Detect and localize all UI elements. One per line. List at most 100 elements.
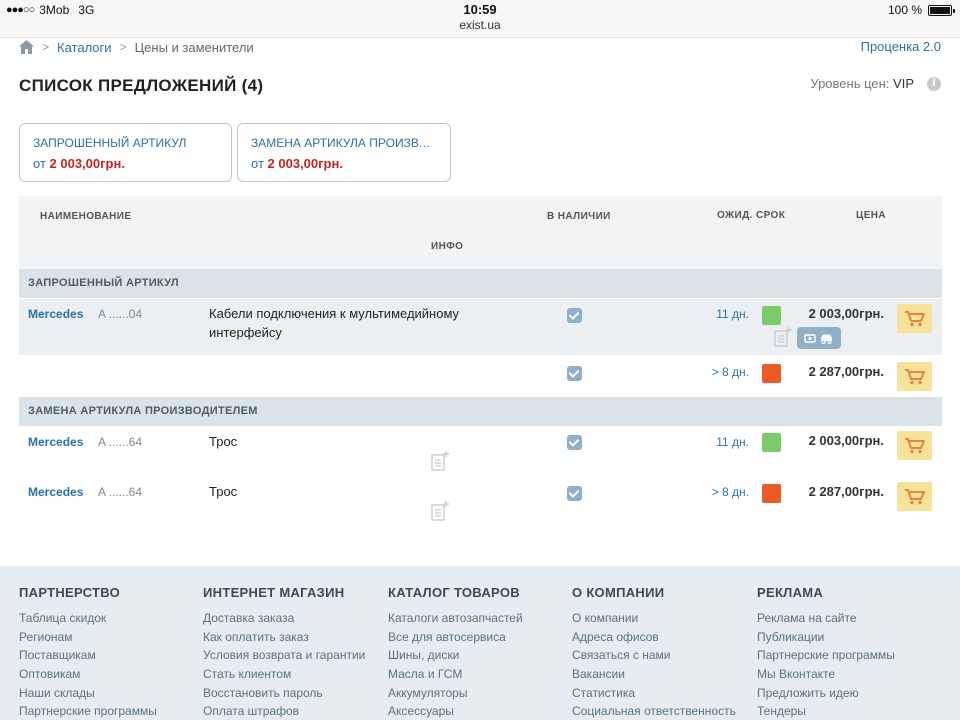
description: Трос (209, 434, 238, 449)
footer-link[interactable]: Социальная ответственность (572, 702, 736, 720)
col-stock[interactable]: В НАЛИЧИИ (547, 211, 611, 222)
footer-link[interactable]: Доставка заказа (203, 609, 365, 628)
card-price-line: от 2 003,00грн. (251, 156, 437, 171)
footer-heading: ПАРТНЕРСТВО (19, 585, 121, 600)
breadcrumb-catalogs[interactable]: Каталоги (57, 40, 112, 55)
stock-check-icon (567, 486, 582, 501)
price: 2 003,00грн. (808, 433, 884, 448)
footer-link[interactable]: Партнерские программы (19, 702, 157, 720)
footer-link[interactable]: Оптовикам (19, 665, 157, 684)
col-name[interactable]: НАИМЕНОВАНИЕ (40, 211, 131, 222)
add-to-cart-button[interactable] (897, 431, 932, 460)
group-header-replacement: ЗАМЕНА АРТИКУЛА ПРОИЗВОДИТЕЛЕМ (19, 397, 942, 426)
status-bar: ●●●○○ 3Mob 3G 10:59 exist.ua 100 % (0, 0, 960, 38)
footer-link[interactable]: О компании (572, 609, 736, 628)
procenka-link[interactable]: Проценка 2.0 (861, 39, 941, 54)
footer-col-company: О КОМПАНИИ О компании Адреса офисов Связ… (572, 585, 736, 720)
table-row[interactable]: Mercedes A ......04 Кабели подключения к… (19, 299, 942, 355)
footer-link[interactable]: Стать клиентом (203, 665, 365, 684)
stock-check-icon (567, 435, 582, 450)
sku: A ......64 (98, 435, 143, 449)
footer-link[interactable]: Наши склады (19, 684, 157, 703)
footer-link[interactable]: Все для автосервиса (388, 628, 523, 647)
term-link[interactable]: > 8 дн. (689, 485, 749, 499)
card-requested-article[interactable]: ЗАПРОШЕННЫЙ АРТИКУЛ от 2 003,00грн. (19, 123, 232, 182)
status-right: 100 % (887, 3, 955, 17)
battery-icon (928, 4, 955, 16)
footer-link[interactable]: Аккумуляторы (388, 684, 523, 703)
brand-link[interactable]: Mercedes (28, 307, 83, 321)
card-price: 2 003,00грн. (49, 156, 125, 171)
footer: ПАРТНЕРСТВО Таблица скидок Регионам Пост… (0, 566, 960, 720)
footer-link[interactable]: Аксессуары (388, 702, 523, 720)
footer-link[interactable]: Поставщикам (19, 646, 157, 665)
add-to-cart-button[interactable] (897, 304, 932, 333)
cart-icon (905, 438, 925, 454)
battery-label: 100 % (887, 3, 922, 17)
price: 2 003,00грн. (808, 306, 884, 321)
term-link[interactable]: > 8 дн. (689, 365, 749, 379)
footer-link[interactable]: Вакансии (572, 665, 736, 684)
footer-link[interactable]: Регионам (19, 628, 157, 647)
delivery-car-icon (804, 334, 832, 344)
footer-link[interactable]: Адреса офисов (572, 628, 736, 647)
footer-link[interactable]: Реклама на сайте (757, 609, 895, 628)
cart-icon (905, 489, 925, 505)
add-to-cart-button[interactable] (897, 482, 932, 511)
footer-link[interactable]: Тендеры (757, 702, 895, 720)
price-level: Уровень цен: VIP (810, 76, 914, 91)
description: Кабели подключения к мультимедийному инт… (209, 306, 460, 340)
table-row[interactable]: > 8 дн. 2 287,00грн. (19, 355, 942, 397)
footer-col-shop: ИНТЕРНЕТ МАГАЗИН Доставка заказа Как опл… (203, 585, 365, 720)
home-icon[interactable] (19, 40, 34, 54)
table-row[interactable]: Mercedes A ......64 Трос 11 дн. 2 003,00… (19, 426, 942, 476)
footer-link[interactable]: Партнерские программы (757, 646, 895, 665)
col-price[interactable]: ЦЕНА (856, 210, 886, 221)
footer-link[interactable]: Условия возврата и гарантии (203, 646, 365, 665)
breadcrumb: > Каталоги > Цены и заменители (19, 38, 254, 56)
card-price: 2 003,00грн. (267, 156, 343, 171)
footer-link[interactable]: Мы Вконтакте (757, 665, 895, 684)
card-title: ЗАПРОШЕННЫЙ АРТИКУЛ (33, 136, 187, 150)
term-link[interactable]: 11 дн. (689, 435, 749, 449)
price: 2 287,00грн. (808, 364, 884, 379)
footer-link[interactable]: Таблица скидок (19, 609, 157, 628)
table-header: НАИМЕНОВАНИЕ В НАЛИЧИИ ОЖИД. СРОК ЦЕНА И… (19, 196, 942, 269)
footer-link[interactable]: Статистика (572, 684, 736, 703)
footer-link[interactable]: Связаться с нами (572, 646, 736, 665)
footer-link[interactable]: Публикации (757, 628, 895, 647)
footer-link[interactable]: Каталоги автозапчастей (388, 609, 523, 628)
brand-link[interactable]: Mercedes (28, 485, 83, 499)
card-replacement-article[interactable]: ЗАМЕНА АРТИКУЛА ПРОИЗВОД... от 2 003,00г… (237, 123, 451, 182)
footer-heading: ИНТЕРНЕТ МАГАЗИН (203, 585, 345, 600)
info-icon[interactable]: i (927, 77, 941, 91)
address-url[interactable]: exist.ua (0, 18, 960, 32)
stock-check-icon (567, 308, 582, 323)
add-note-icon[interactable] (431, 451, 449, 471)
footer-link[interactable]: Восстановить пароль (203, 684, 365, 703)
card-price-prefix: от (33, 156, 46, 171)
footer-link[interactable]: Оплата штрафов (203, 702, 365, 720)
delivery-badge[interactable] (797, 327, 841, 349)
col-term[interactable]: ОЖИД. СРОК (717, 210, 785, 221)
cart-icon (905, 311, 925, 327)
cart-icon (905, 369, 925, 385)
description: Трос (209, 484, 238, 499)
table-row[interactable]: Mercedes A ......64 Трос > 8 дн. 2 287,0… (19, 476, 942, 528)
add-to-cart-button[interactable] (897, 362, 932, 391)
footer-link[interactable]: Шины, диски (388, 646, 523, 665)
card-price-line: от 2 003,00грн. (33, 156, 218, 171)
status-time: 10:59 (463, 2, 497, 17)
footer-link[interactable]: Предложить идею (757, 684, 895, 703)
card-price-prefix: от (251, 156, 264, 171)
footer-heading: КАТАЛОГ ТОВАРОВ (388, 585, 520, 600)
add-note-icon[interactable] (774, 327, 792, 347)
term-link[interactable]: 11 дн. (689, 307, 749, 321)
footer-link[interactable]: Как оплатить заказ (203, 628, 365, 647)
footer-link[interactable]: Масла и ГСМ (388, 665, 523, 684)
chevron-right-icon: > (119, 40, 127, 54)
brand-link[interactable]: Mercedes (28, 435, 83, 449)
price-level-value: VIP (893, 76, 914, 91)
add-note-icon[interactable] (431, 501, 449, 521)
page-title: СПИСОК ПРЕДЛОЖЕНИЙ (4) (19, 76, 264, 95)
